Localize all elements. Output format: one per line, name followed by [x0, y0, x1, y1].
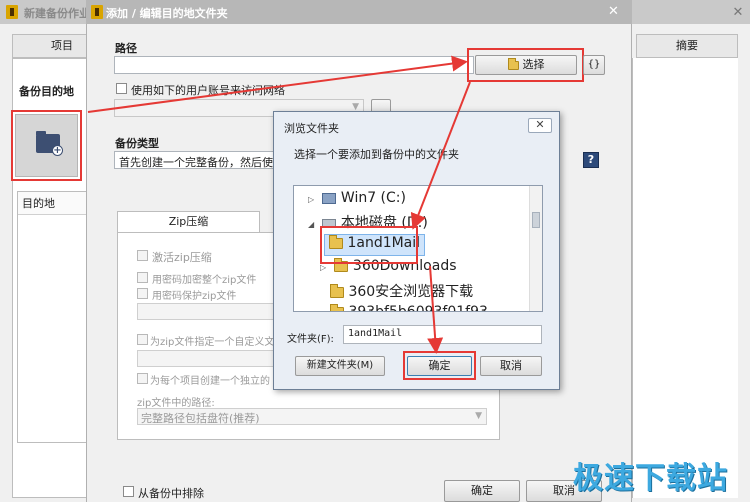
annotation-arrows — [87, 55, 471, 354]
arrow-to-select-button — [87, 55, 468, 113]
watermark: 极速下载站 — [573, 461, 728, 496]
arrow-to-folder — [410, 81, 471, 230]
arrow-to-ok-button — [427, 265, 444, 354]
